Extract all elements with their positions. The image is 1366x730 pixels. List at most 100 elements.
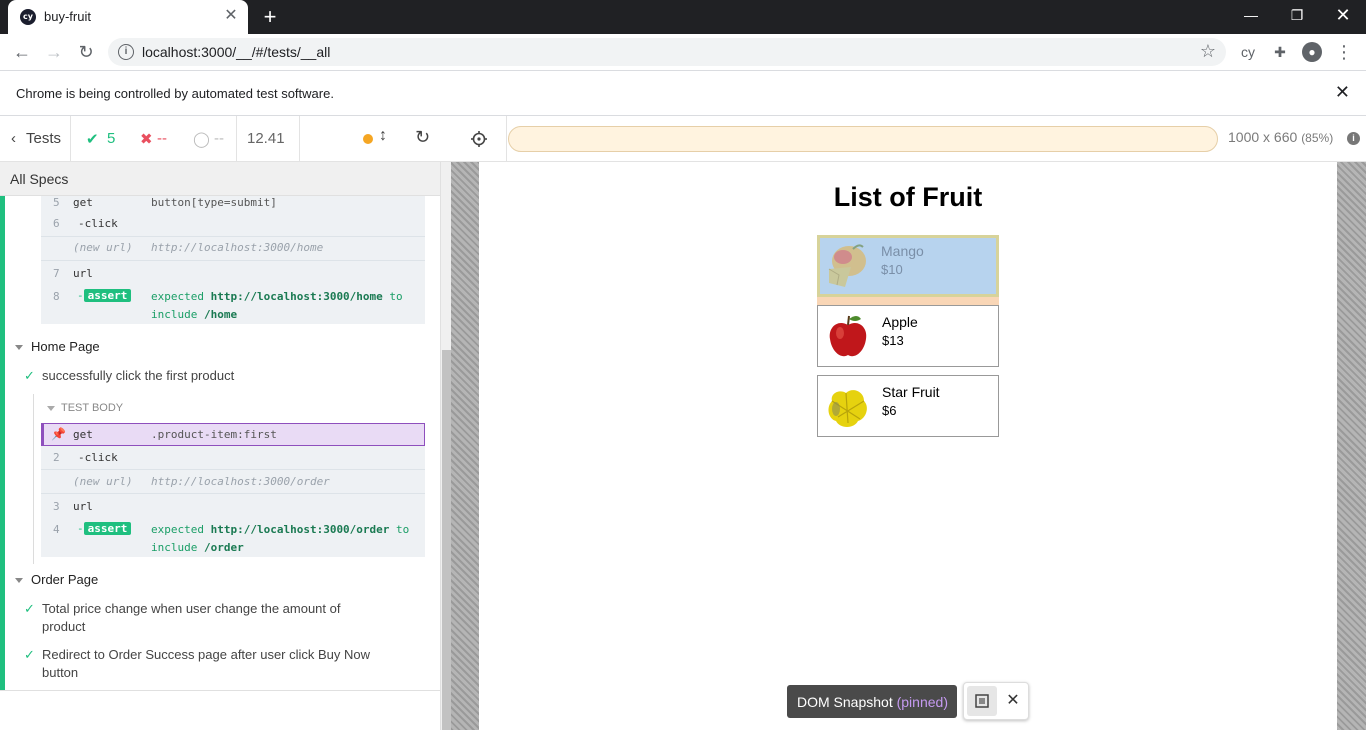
test-title: successfully click the first product <box>42 368 235 383</box>
suite-collapse-icon[interactable] <box>15 345 23 350</box>
reporter-footer <box>0 690 440 730</box>
bookmark-star-icon[interactable]: ☆ <box>1200 41 1216 62</box>
command-click[interactable]: 2 -click <box>41 446 425 469</box>
product-name: Apple <box>882 314 918 330</box>
test-body-label: TEST BODY <box>61 402 124 414</box>
profile-avatar-icon[interactable]: ● <box>1302 42 1322 62</box>
window-close-icon[interactable]: ✕ <box>1320 0 1366 30</box>
assert-message: expected http://localhost:3000/home to <box>151 290 403 303</box>
test-item[interactable]: ✓ successfully click the first product <box>24 367 404 387</box>
command-new-url[interactable]: (new url) http://localhost:3000/order <box>41 469 425 493</box>
suite-title[interactable]: Order Page <box>31 572 98 587</box>
reporter-scrollbar[interactable] <box>440 162 451 730</box>
browser-tab[interactable]: cy buy-fruit ✕ <box>8 0 248 34</box>
command-number: 3 <box>53 500 60 513</box>
address-bar[interactable]: i localhost:3000/__/#/tests/__all ☆ <box>108 38 1226 66</box>
suite-pass-bar <box>0 196 5 690</box>
selector-playground-button[interactable] <box>451 116 507 162</box>
command-message: http://localhost:3000/order <box>151 475 330 488</box>
auto-scroll-icon[interactable]: ↕ <box>379 127 387 145</box>
pass-check-icon: ✓ <box>24 601 35 616</box>
reporter-header: ‹ Tests ✔ 5 ✖ -- ◯ -- 12.41 ↕ ↻ <box>0 116 451 162</box>
product-item[interactable]: Mango $10 <box>817 235 999 297</box>
suite-collapse-icon[interactable] <box>15 578 23 583</box>
new-tab-icon[interactable]: + <box>258 5 282 29</box>
passed-check-icon: ✔ <box>86 131 99 148</box>
command-name: get <box>73 196 93 209</box>
viewport-scale: (85%) <box>1301 131 1334 145</box>
command-name: -click <box>78 451 118 464</box>
suite-title[interactable]: Home Page <box>31 339 100 354</box>
test-body-collapse-icon[interactable] <box>47 406 55 411</box>
command-url-assert[interactable]: 7 url 8 - assert expected http://localhos… <box>41 260 425 324</box>
command-number: 7 <box>53 267 60 280</box>
automation-infobar: Chrome is being controlled by automated … <box>0 71 1366 116</box>
command-number: 8 <box>53 290 60 303</box>
command-get[interactable]: 5 get button[type=submit] 6 -click <box>41 196 425 236</box>
chevron-left-icon: ‹ <box>11 130 16 147</box>
command-number: 4 <box>53 523 60 536</box>
assert-badge: - assert <box>77 289 132 302</box>
command-message: .product-item:first <box>151 428 277 441</box>
forward-arrow-icon[interactable]: → <box>40 38 68 66</box>
infobar-close-icon[interactable]: ✕ <box>1335 82 1350 103</box>
aut-url-bar[interactable] <box>508 126 1218 152</box>
running-dot-icon <box>363 134 373 144</box>
tab-title: buy-fruit <box>44 9 91 24</box>
command-name: -click <box>78 217 118 230</box>
scrollbar-thumb[interactable] <box>442 350 451 730</box>
tab-close-icon[interactable]: ✕ <box>222 7 240 25</box>
command-number: 6 <box>53 217 60 230</box>
pass-check-icon: ✓ <box>24 647 35 662</box>
passed-count: 5 <box>107 130 116 147</box>
command-name: (new url) <box>73 241 133 254</box>
address-url[interactable]: localhost:3000/__/#/tests/__all <box>142 44 330 60</box>
assert-message-cont: include /order <box>151 541 244 554</box>
all-specs-label: All Specs <box>10 171 69 187</box>
duration-value: 12.41 <box>247 130 285 147</box>
back-arrow-icon[interactable]: ← <box>8 38 36 66</box>
test-item[interactable]: ✓ Redirect to Order Success page after u… <box>24 646 404 686</box>
dom-snapshot-label: DOM Snapshot (pinned) <box>797 694 948 710</box>
command-new-url[interactable]: (new url) http://localhost:3000/home <box>41 236 425 260</box>
test-title-cont: product <box>42 619 86 634</box>
pin-icon: 📌 <box>51 427 66 441</box>
cypress-extension-icon[interactable]: cy <box>1238 42 1258 62</box>
restart-icon[interactable]: ↻ <box>415 127 430 148</box>
product-item[interactable]: Apple $13 <box>817 305 999 367</box>
duration: 12.41 <box>237 116 300 162</box>
product-item[interactable]: Star Fruit $6 <box>817 375 999 437</box>
reporter-controls: ↕ ↻ <box>300 116 451 162</box>
command-message: http://localhost:3000/home <box>151 241 324 254</box>
crosshair-icon <box>471 131 487 147</box>
tests-back-button[interactable]: ‹ Tests <box>0 116 71 162</box>
apple-image <box>829 315 867 357</box>
cypress-reporter: ‹ Tests ✔ 5 ✖ -- ◯ -- 12.41 ↕ ↻ All Spec… <box>0 116 451 730</box>
minimize-icon[interactable]: — <box>1228 0 1274 30</box>
test-title-cont: button <box>42 665 79 680</box>
test-item[interactable]: ✓ Total price change when user change th… <box>24 600 404 640</box>
command-url-assert[interactable]: 3 url 4 - assert expected http://localhos… <box>41 493 425 557</box>
reload-icon[interactable]: ↻ <box>72 38 100 66</box>
command-name: url <box>73 267 93 280</box>
product-name: Mango <box>881 243 924 259</box>
assert-message: expected http://localhost:3000/order to <box>151 523 410 536</box>
unpin-snapshot-close-icon[interactable]: ✕ <box>1001 689 1025 713</box>
mango-image <box>828 244 866 287</box>
restore-icon[interactable]: ❐ <box>1274 0 1320 30</box>
viewport-info-icon[interactable]: i <box>1347 132 1360 145</box>
infobar-message: Chrome is being controlled by automated … <box>16 86 334 101</box>
browser-tab-bar: cy buy-fruit ✕ + — ❐ ✕ <box>0 0 1366 34</box>
aut-iframe: List of Fruit Mango $10 Apple $13 Star F… <box>479 162 1337 730</box>
cypress-favicon-icon: cy <box>20 9 36 25</box>
pass-check-icon: ✓ <box>24 368 35 383</box>
command-number: 2 <box>53 451 60 464</box>
puzzle-extensions-icon[interactable]: ✚ <box>1270 42 1290 62</box>
pending-circle-icon: ◯ <box>193 131 210 148</box>
menu-kebab-icon[interactable]: ⋮ <box>1334 42 1354 62</box>
toggle-highlights-button[interactable] <box>967 686 997 716</box>
site-info-icon[interactable]: i <box>118 44 134 60</box>
product-price: $10 <box>881 262 903 277</box>
command-get-pinned[interactable]: 📌 get .product-item:first <box>41 423 425 446</box>
viewport-size: 1000 x 660 <box>1228 129 1298 145</box>
